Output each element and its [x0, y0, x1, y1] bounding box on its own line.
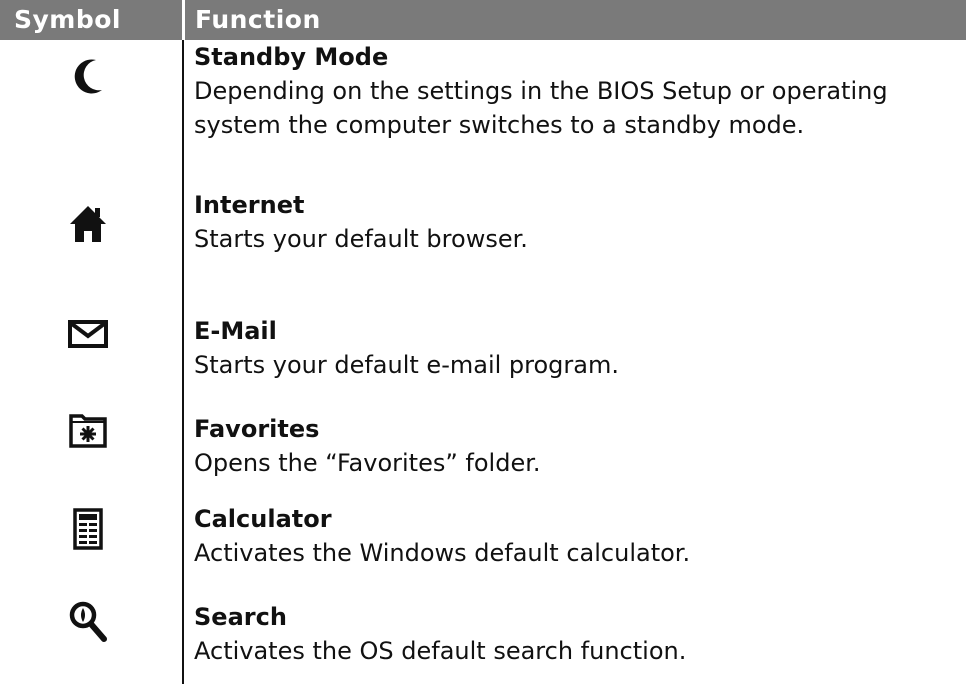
- row-title: Favorites: [194, 415, 320, 443]
- row-title: Calculator: [194, 505, 332, 533]
- row-title: Standby Mode: [194, 43, 389, 71]
- table-row-calculator: Calculator Activates the Windows default…: [0, 496, 966, 586]
- table-header: Symbol Function: [0, 0, 966, 40]
- table-row-internet: Internet Starts your default browser.: [0, 188, 966, 298]
- envelope-icon: [62, 308, 114, 360]
- row-text: Favorites Opens the “Favorites” folder.: [194, 412, 946, 480]
- header-divider: [182, 0, 185, 40]
- row-description: Activates the Windows default calculator…: [194, 539, 691, 567]
- row-text: Calculator Activates the Windows default…: [194, 502, 946, 570]
- house-icon: [62, 198, 114, 250]
- calculator-icon: [62, 502, 114, 554]
- header-symbol: Symbol: [14, 5, 121, 34]
- table-row-standby: Standby Mode Depending on the settings i…: [0, 40, 966, 182]
- row-description: Starts your default e-mail program.: [194, 351, 619, 379]
- favorites-folder-icon: [62, 404, 114, 456]
- symbol-function-table: Symbol Function Standby Mode Depending o…: [0, 0, 966, 684]
- row-text: Standby Mode Depending on the settings i…: [194, 40, 946, 142]
- row-description: Opens the “Favorites” folder.: [194, 449, 541, 477]
- row-text: E-Mail Starts your default e-mail progra…: [194, 314, 946, 382]
- row-title: Internet: [194, 191, 305, 219]
- row-title: Search: [194, 603, 287, 631]
- row-description: Depending on the settings in the BIOS Se…: [194, 77, 888, 139]
- header-function: Function: [195, 5, 321, 34]
- table-row-favorites: Favorites Opens the “Favorites” folder.: [0, 400, 966, 498]
- crescent-moon-icon: [62, 50, 114, 102]
- row-text: Search Activates the OS default search f…: [194, 600, 946, 668]
- row-description: Starts your default browser.: [194, 225, 528, 253]
- row-text: Internet Starts your default browser.: [194, 188, 946, 256]
- row-title: E-Mail: [194, 317, 277, 345]
- row-description: Activates the OS default search function…: [194, 637, 687, 665]
- table-row-search: Search Activates the OS default search f…: [0, 586, 966, 684]
- table-row-email: E-Mail Starts your default e-mail progra…: [0, 300, 966, 400]
- magnifier-icon: [62, 596, 114, 648]
